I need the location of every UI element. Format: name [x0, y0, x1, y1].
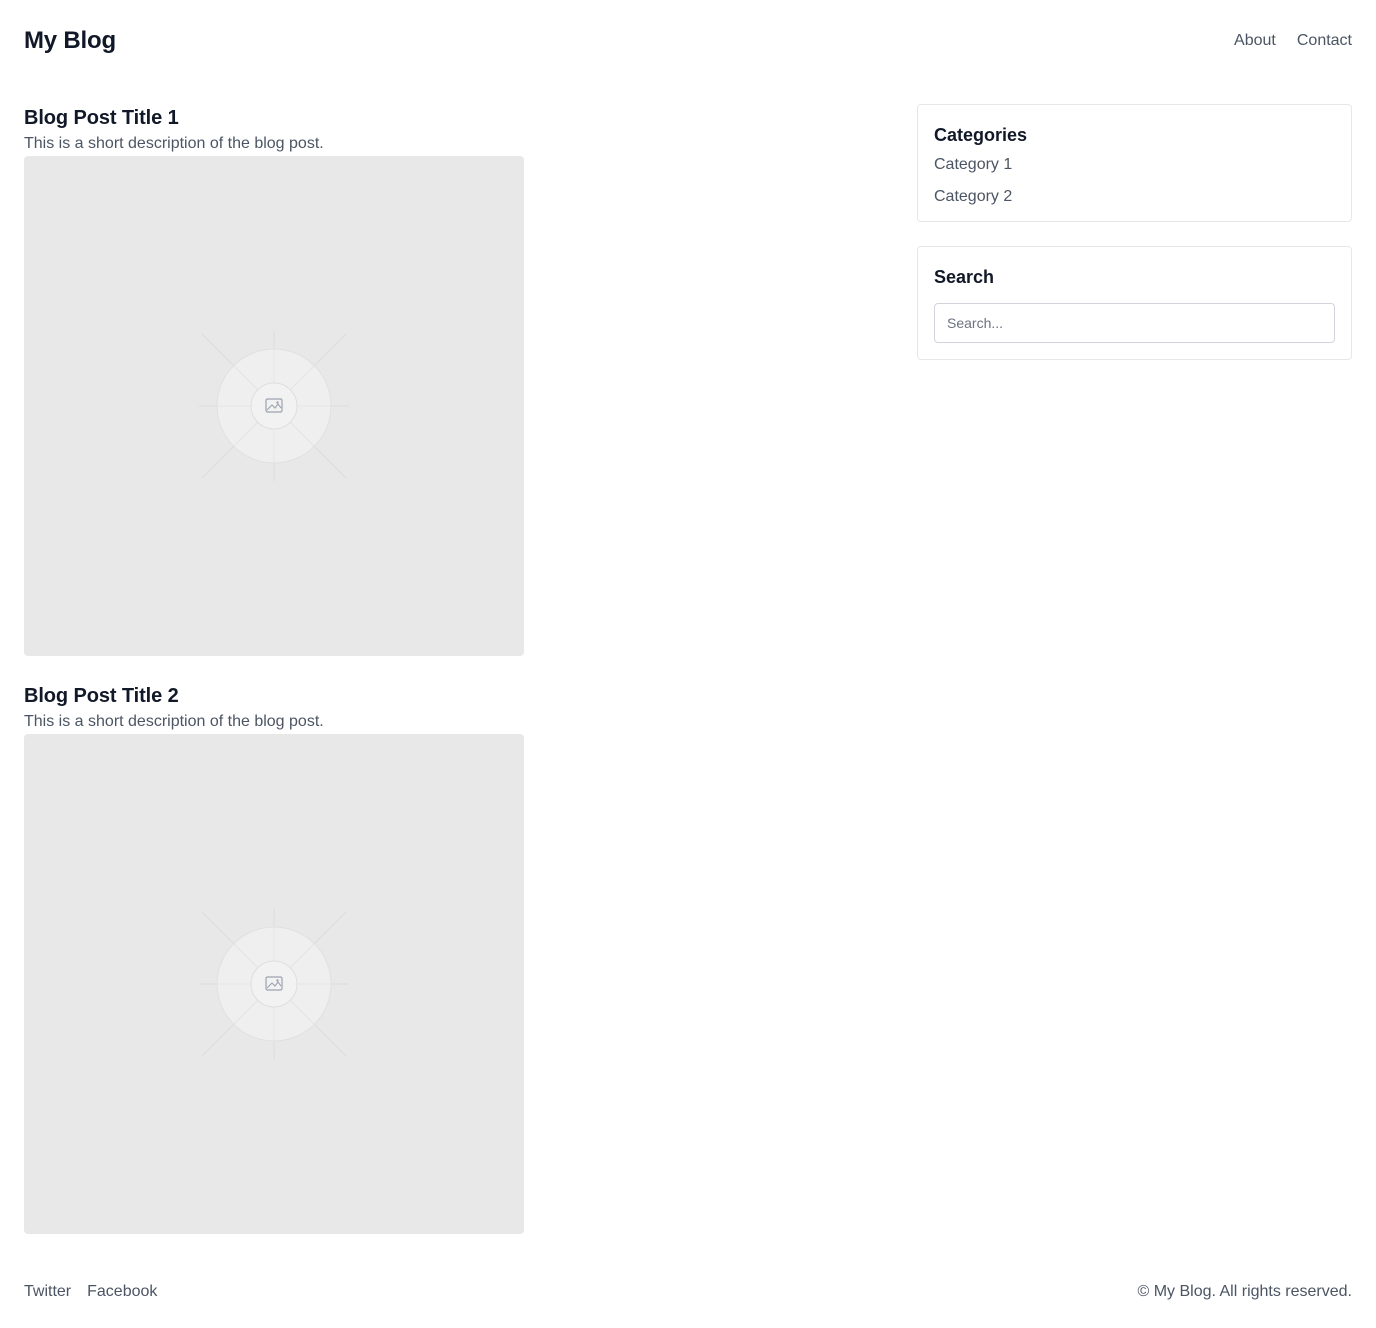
nav-contact-link[interactable]: Contact: [1297, 32, 1352, 50]
site-header: My Blog About Contact: [24, 24, 1352, 58]
copyright-text: © My Blog. All rights reserved.: [1137, 1283, 1352, 1300]
nav-about-link[interactable]: About: [1234, 32, 1276, 50]
post-title[interactable]: Blog Post Title 2: [24, 682, 524, 710]
post-description: This is a short description of the blog …: [24, 135, 324, 152]
blog-post: Blog Post Title 1 This is a short descri…: [24, 104, 524, 656]
categories-title: Categories: [934, 125, 1028, 145]
facebook-link[interactable]: Facebook: [87, 1283, 157, 1301]
image-placeholder-icon: [199, 331, 349, 481]
sidebar: Categories Category 1 Category 2 Search: [917, 104, 1352, 384]
site-title[interactable]: My Blog: [24, 27, 116, 55]
blog-post: Blog Post Title 2 This is a short descri…: [24, 682, 524, 1234]
post-list: Blog Post Title 1 This is a short descri…: [24, 104, 524, 1260]
categories-widget: Categories Category 1 Category 2: [917, 104, 1352, 222]
image-placeholder-icon: [199, 909, 349, 1059]
category-list: Category 1 Category 2: [934, 153, 1335, 209]
twitter-link[interactable]: Twitter: [24, 1283, 71, 1301]
post-description: This is a short description of the blog …: [24, 713, 324, 730]
social-links: Twitter Facebook: [24, 1283, 157, 1301]
main-nav: About Contact: [1234, 32, 1352, 50]
post-image[interactable]: [24, 156, 524, 656]
search-title: Search: [934, 267, 995, 287]
category-item[interactable]: Category 1: [934, 153, 1335, 177]
search-widget: Search: [917, 246, 1352, 360]
site-footer: Twitter Facebook © My Blog. All rights r…: [24, 1280, 1352, 1304]
search-input[interactable]: [934, 303, 1335, 343]
post-image[interactable]: [24, 734, 524, 1234]
category-item[interactable]: Category 2: [934, 185, 1335, 209]
post-title[interactable]: Blog Post Title 1: [24, 104, 524, 132]
